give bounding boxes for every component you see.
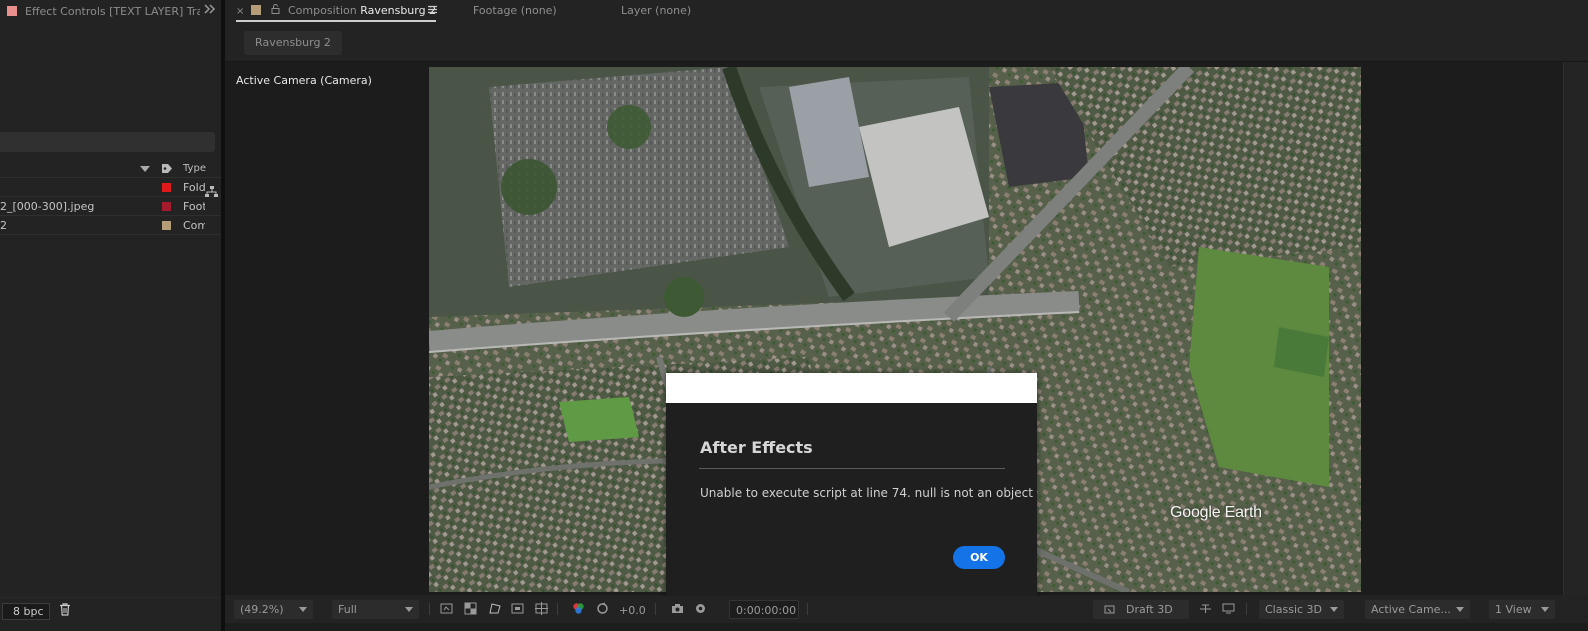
toolbar-separator [655, 603, 656, 615]
tab-layer[interactable]: Layer (none) [621, 4, 691, 17]
region-of-interest-icon[interactable] [511, 602, 524, 615]
draft-3d-toggle[interactable]: Draft 3D [1093, 600, 1189, 619]
project-row-name: 2_[000-300].jpeg [0, 200, 95, 213]
timecode-value: 0:00:00:00 [736, 604, 797, 617]
project-footer: 8 bpc [0, 597, 221, 631]
chevron-down-icon [405, 607, 413, 612]
view-layout-value: 1 View [1495, 603, 1532, 616]
camera-view-value: Active Came... [1371, 603, 1451, 616]
bit-depth-button[interactable]: 8 bpc [2, 603, 50, 620]
draft-3d-icon [1104, 605, 1115, 614]
type-column-header[interactable]: Type [183, 163, 206, 174]
composition-viewer[interactable]: Active Camera (Camera) Google Earth Afte… [225, 62, 1563, 601]
toolbar-separator [557, 603, 558, 615]
tab-composition[interactable]: Composition Ravensburg 2 [288, 4, 436, 17]
toolbar-separator [1246, 603, 1247, 615]
chevron-down-icon [299, 607, 307, 612]
effect-controls-tab-label: Effect Controls [TEXT LAYER] Track P [25, 4, 200, 18]
composition-panel: × Composition Ravensburg 2 Footage (none… [225, 0, 1588, 631]
trash-icon[interactable] [59, 603, 71, 616]
view-layout-dropdown[interactable]: 1 View [1489, 600, 1555, 619]
project-row[interactable]: Fold [0, 178, 221, 197]
viewer-tabbar: × Composition Ravensburg 2 Footage (none… [225, 0, 1588, 24]
composition-color-swatch [251, 5, 261, 15]
active-camera-label: Active Camera (Camera) [236, 74, 372, 87]
dialog-header-bar [666, 373, 1037, 403]
zoom-dropdown[interactable]: (49.2%) [234, 600, 313, 619]
chevron-down-icon [1456, 607, 1464, 612]
viewer-scrollbar[interactable] [1563, 62, 1588, 595]
panel-bottom-edge [225, 623, 1588, 631]
error-dialog: After Effects Unable to execute script a… [666, 373, 1037, 601]
timecode-field[interactable]: 0:00:00:00 [729, 600, 799, 619]
sort-arrow-icon[interactable] [140, 166, 150, 172]
toolbar-separator [807, 603, 808, 615]
viewer-toolbar: (49.2%) Full +0.0 0:00:00:00 Draft 3D Cl… [225, 596, 1588, 623]
tab-footage[interactable]: Footage (none) [473, 4, 557, 17]
mask-visibility-icon[interactable] [488, 602, 501, 615]
project-row[interactable]: 2 Com [0, 216, 221, 235]
toolbar-separator [429, 603, 430, 615]
renderer-dropdown[interactable]: Classic 3D [1259, 600, 1344, 619]
renderer-mode-value: Classic 3D [1265, 603, 1323, 616]
resolution-dropdown[interactable]: Full [332, 600, 419, 619]
show-snapshot-icon[interactable] [694, 602, 707, 615]
chevron-down-icon [1541, 607, 1549, 612]
tab-composition-prefix: Composition [288, 4, 357, 17]
transparency-grid-icon[interactable] [464, 602, 477, 615]
panel-overflow-icon[interactable] [204, 3, 216, 17]
color-channels-icon[interactable] [572, 602, 585, 615]
fast-previews-icon[interactable] [440, 602, 453, 615]
dialog-divider [699, 468, 1005, 469]
label-color-swatch[interactable] [162, 221, 171, 230]
extended-viewer-icon[interactable] [1222, 602, 1235, 615]
grid-guides-icon[interactable] [535, 602, 548, 615]
tab-composition-name: Ravensburg 2 [360, 4, 437, 17]
zoom-value: (49.2%) [240, 603, 284, 616]
dialog-message: Unable to execute script at line 74. nul… [700, 486, 1033, 500]
google-earth-watermark: Google Earth [1170, 504, 1262, 521]
exposure-value[interactable]: +0.0 [619, 604, 646, 617]
project-row-type: Com [183, 219, 205, 232]
reset-exposure-icon[interactable] [596, 602, 609, 615]
project-panel: Effect Controls [TEXT LAYER] Track P Typ… [0, 0, 221, 631]
3d-ground-plane-icon[interactable] [1199, 602, 1212, 615]
effect-controls-tab[interactable]: Effect Controls [TEXT LAYER] Track P [0, 0, 221, 22]
tab-menu-icon[interactable] [428, 5, 437, 14]
project-row[interactable]: 2_[000-300].jpeg Foot [0, 197, 221, 216]
project-column-header: Type [0, 160, 221, 178]
label-tag-icon[interactable] [161, 163, 173, 174]
composition-breadcrumb[interactable]: Ravensburg 2 [244, 31, 342, 55]
active-tab-indicator [236, 20, 436, 22]
draft-3d-label: Draft 3D [1126, 603, 1173, 616]
close-tab-icon[interactable]: × [236, 6, 244, 17]
ok-button[interactable]: OK [953, 546, 1005, 569]
project-row-type: Foot [183, 200, 205, 213]
dialog-title: After Effects [700, 438, 813, 457]
lock-icon[interactable] [271, 4, 280, 14]
camera-view-dropdown[interactable]: Active Came... [1365, 600, 1470, 619]
label-color-swatch[interactable] [162, 202, 171, 211]
app-window: Effect Controls [TEXT LAYER] Track P Typ… [0, 0, 1588, 631]
chevron-down-icon [1330, 607, 1338, 612]
project-row-name: 2 [0, 219, 7, 232]
snapshot-camera-icon[interactable] [671, 602, 684, 615]
label-color-swatch[interactable] [162, 183, 171, 192]
project-search-input[interactable] [0, 132, 215, 152]
resolution-value: Full [338, 603, 357, 616]
layer-color-swatch [7, 6, 17, 16]
project-row-type: Fold [183, 181, 205, 194]
